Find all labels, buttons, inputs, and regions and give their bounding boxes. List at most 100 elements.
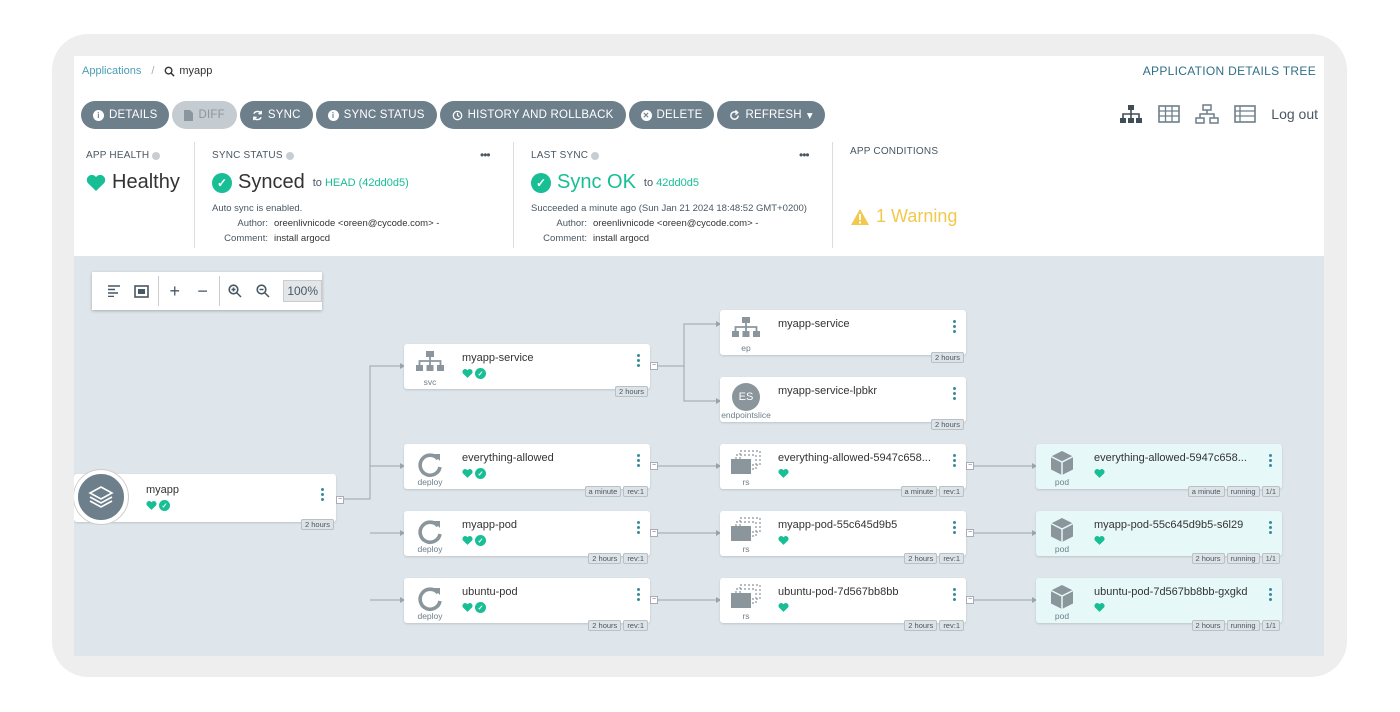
author-value: oreenlivnicode <oreen@cycode.com> - [274,218,440,229]
history-rollback-button[interactable]: HISTORY AND ROLLBACK [439,101,626,129]
resource-node-rs3[interactable]: rs ubuntu-pod-7d567bb8bb 2 hours rev:1 [720,578,966,631]
tree-view-icon[interactable] [1119,104,1143,124]
check-circle-icon: ✓ [212,172,232,193]
kebab-menu-icon[interactable] [953,320,956,335]
expand-plus-icon[interactable]: + [161,276,189,306]
zoom-percentage[interactable]: 100% [283,280,323,302]
heart-icon [778,536,789,545]
more-menu-icon[interactable]: ••• [480,148,491,162]
more-menu-icon[interactable]: ••• [799,148,810,162]
node-tags: 2 hours rev:1 [904,553,964,564]
info-icon: i [327,109,339,121]
node-status: ✓ [462,535,486,546]
node-tag: 2 hours [1191,620,1225,631]
node-name: myapp [146,484,180,496]
resource-node-svc[interactable]: svc myapp-service ✓ 2 hours [404,344,650,397]
fit-screen-icon[interactable] [128,276,156,306]
author-value: oreenlivnicode <oreen@cycode.com> - [593,218,759,229]
align-left-icon[interactable] [100,276,128,306]
kebab-menu-icon[interactable] [953,588,956,603]
kebab-menu-icon[interactable] [1269,521,1272,536]
node-icon: ES [728,383,764,411]
kebab-menu-icon[interactable] [637,454,640,469]
warning-text: 1 Warning [876,206,958,226]
zoom-in-icon[interactable] [222,276,250,306]
node-tags: 2 hours rev:1 [588,553,648,564]
help-icon[interactable] [152,151,161,160]
sync-button[interactable]: SYNC [239,101,313,129]
node-icon [728,316,764,343]
resource-node-es[interactable]: ES endpointslice myapp-service-lpbkr 2 hour… [720,377,966,430]
resource-node-deploy3[interactable]: deploy ubuntu-pod ✓ 2 hours rev:1 [404,578,650,631]
last-sync-revision[interactable]: 42dd0d5 [656,177,699,189]
kebab-menu-icon[interactable] [321,488,324,503]
last-sync-panel: LAST SYNC ✓ Sync OK to 42dd0d5 Succeeded a… [531,140,831,248]
resource-node-deploy2[interactable]: deploy myapp-pod ✓ 2 hours rev:1 [404,511,650,564]
kebab-menu-icon[interactable] [1269,588,1272,603]
collapse-toggle[interactable]: − [650,596,658,604]
breadcrumb-applications[interactable]: Applications [82,65,141,77]
resource-node-rs1[interactable]: rs everything-allowed-5947c658... a minute… [720,444,966,497]
app-health-panel: APP HEALTH Healthy [86,140,196,248]
resource-node-pod2[interactable]: pod myapp-pod-55c645d9b5-s6l29 2 hours runn… [1036,511,1282,564]
node-tag: 1/1 [1261,486,1280,497]
resource-node-ep[interactable]: ep myapp-service 2 hours [720,310,966,363]
last-sync-label: LAST SYNC [531,150,589,161]
node-status: ✓ [462,468,486,479]
sync-status-button-label: SYNC STATUS [343,109,425,121]
kebab-menu-icon[interactable] [1269,454,1272,469]
resource-node-deploy1[interactable]: deploy everything-allowed ✓ a minute rev:1 [404,444,650,497]
node-tag: 2 hours [588,620,622,631]
pods-view-icon[interactable] [1157,104,1181,124]
kebab-menu-icon[interactable] [637,588,640,603]
sync-status-button[interactable]: i SYNC STATUS [315,101,437,129]
kebab-menu-icon[interactable] [953,454,956,469]
collapse-toggle[interactable]: − [650,362,658,370]
node-kind: rs [742,544,750,554]
heart-icon [778,603,789,612]
zoom-out-icon[interactable] [249,276,277,306]
collapse-toggle[interactable]: − [650,529,658,537]
collapse-toggle[interactable]: − [966,596,974,604]
sync-status-revision[interactable]: HEAD (42dd0d5) [325,177,409,189]
collapse-toggle[interactable]: − [336,496,344,504]
refresh-button[interactable]: REFRESH ▾ [717,101,825,129]
kebab-menu-icon[interactable] [637,521,640,536]
node-tags: 2 hours [614,386,648,397]
kebab-menu-icon[interactable] [953,387,956,402]
kebab-menu-icon[interactable] [953,521,956,536]
logout-link[interactable]: Log out [1271,106,1318,122]
app-conditions-label: APP CONDITIONS [850,146,939,157]
help-icon[interactable] [591,151,600,160]
endpointslice-badge: ES [732,383,760,411]
zoom-toolbar: + − 100% [92,272,323,310]
collapse-minus-icon[interactable]: − [189,276,217,306]
resource-node-rs2[interactable]: rs myapp-pod-55c645d9b5 2 hours rev:1 [720,511,966,564]
node-name: myapp-pod-55c645d9b5 [778,519,898,531]
node-tags: a minute rev:1 [584,486,648,497]
delete-button[interactable]: ✕ DELETE [628,101,715,129]
node-tag: 2 hours [1191,553,1225,564]
help-icon[interactable] [285,151,294,160]
history-rollback-button-label: HISTORY AND ROLLBACK [467,109,614,121]
check-circle-icon: ✓ [475,368,486,379]
svc-icon [412,350,448,377]
network-view-icon[interactable] [1195,104,1220,124]
collapse-toggle[interactable]: − [966,462,974,470]
collapse-toggle[interactable]: − [650,462,658,470]
argocd-app: Applications / myapp APPLICATION DETAILS… [74,56,1324,656]
resource-node-pod3[interactable]: pod ubuntu-pod-7d567bb8bb-gxgkd 2 hours run… [1036,578,1282,631]
collapse-toggle[interactable]: − [966,529,974,537]
close-circle-icon: ✕ [640,109,652,121]
details-button[interactable]: i DETAILS [81,101,170,129]
resource-node-pod1[interactable]: pod everything-allowed-5947c658... a minut… [1036,444,1282,497]
list-view-icon[interactable] [1233,104,1257,124]
author-label: Author: [237,218,268,229]
kebab-menu-icon[interactable] [637,354,640,369]
diff-button[interactable]: DIFF [172,101,237,129]
sync-status-panel: SYNC STATUS ✓ Synced to HEAD (42dd0d5) Aut… [212,140,502,248]
breadcrumb-current[interactable]: myapp [164,65,212,77]
warning-link[interactable]: 1 Warning [850,206,957,227]
node-kind: pod [1054,544,1070,554]
node-tags: 2 hours running 1/1 [1191,620,1280,631]
